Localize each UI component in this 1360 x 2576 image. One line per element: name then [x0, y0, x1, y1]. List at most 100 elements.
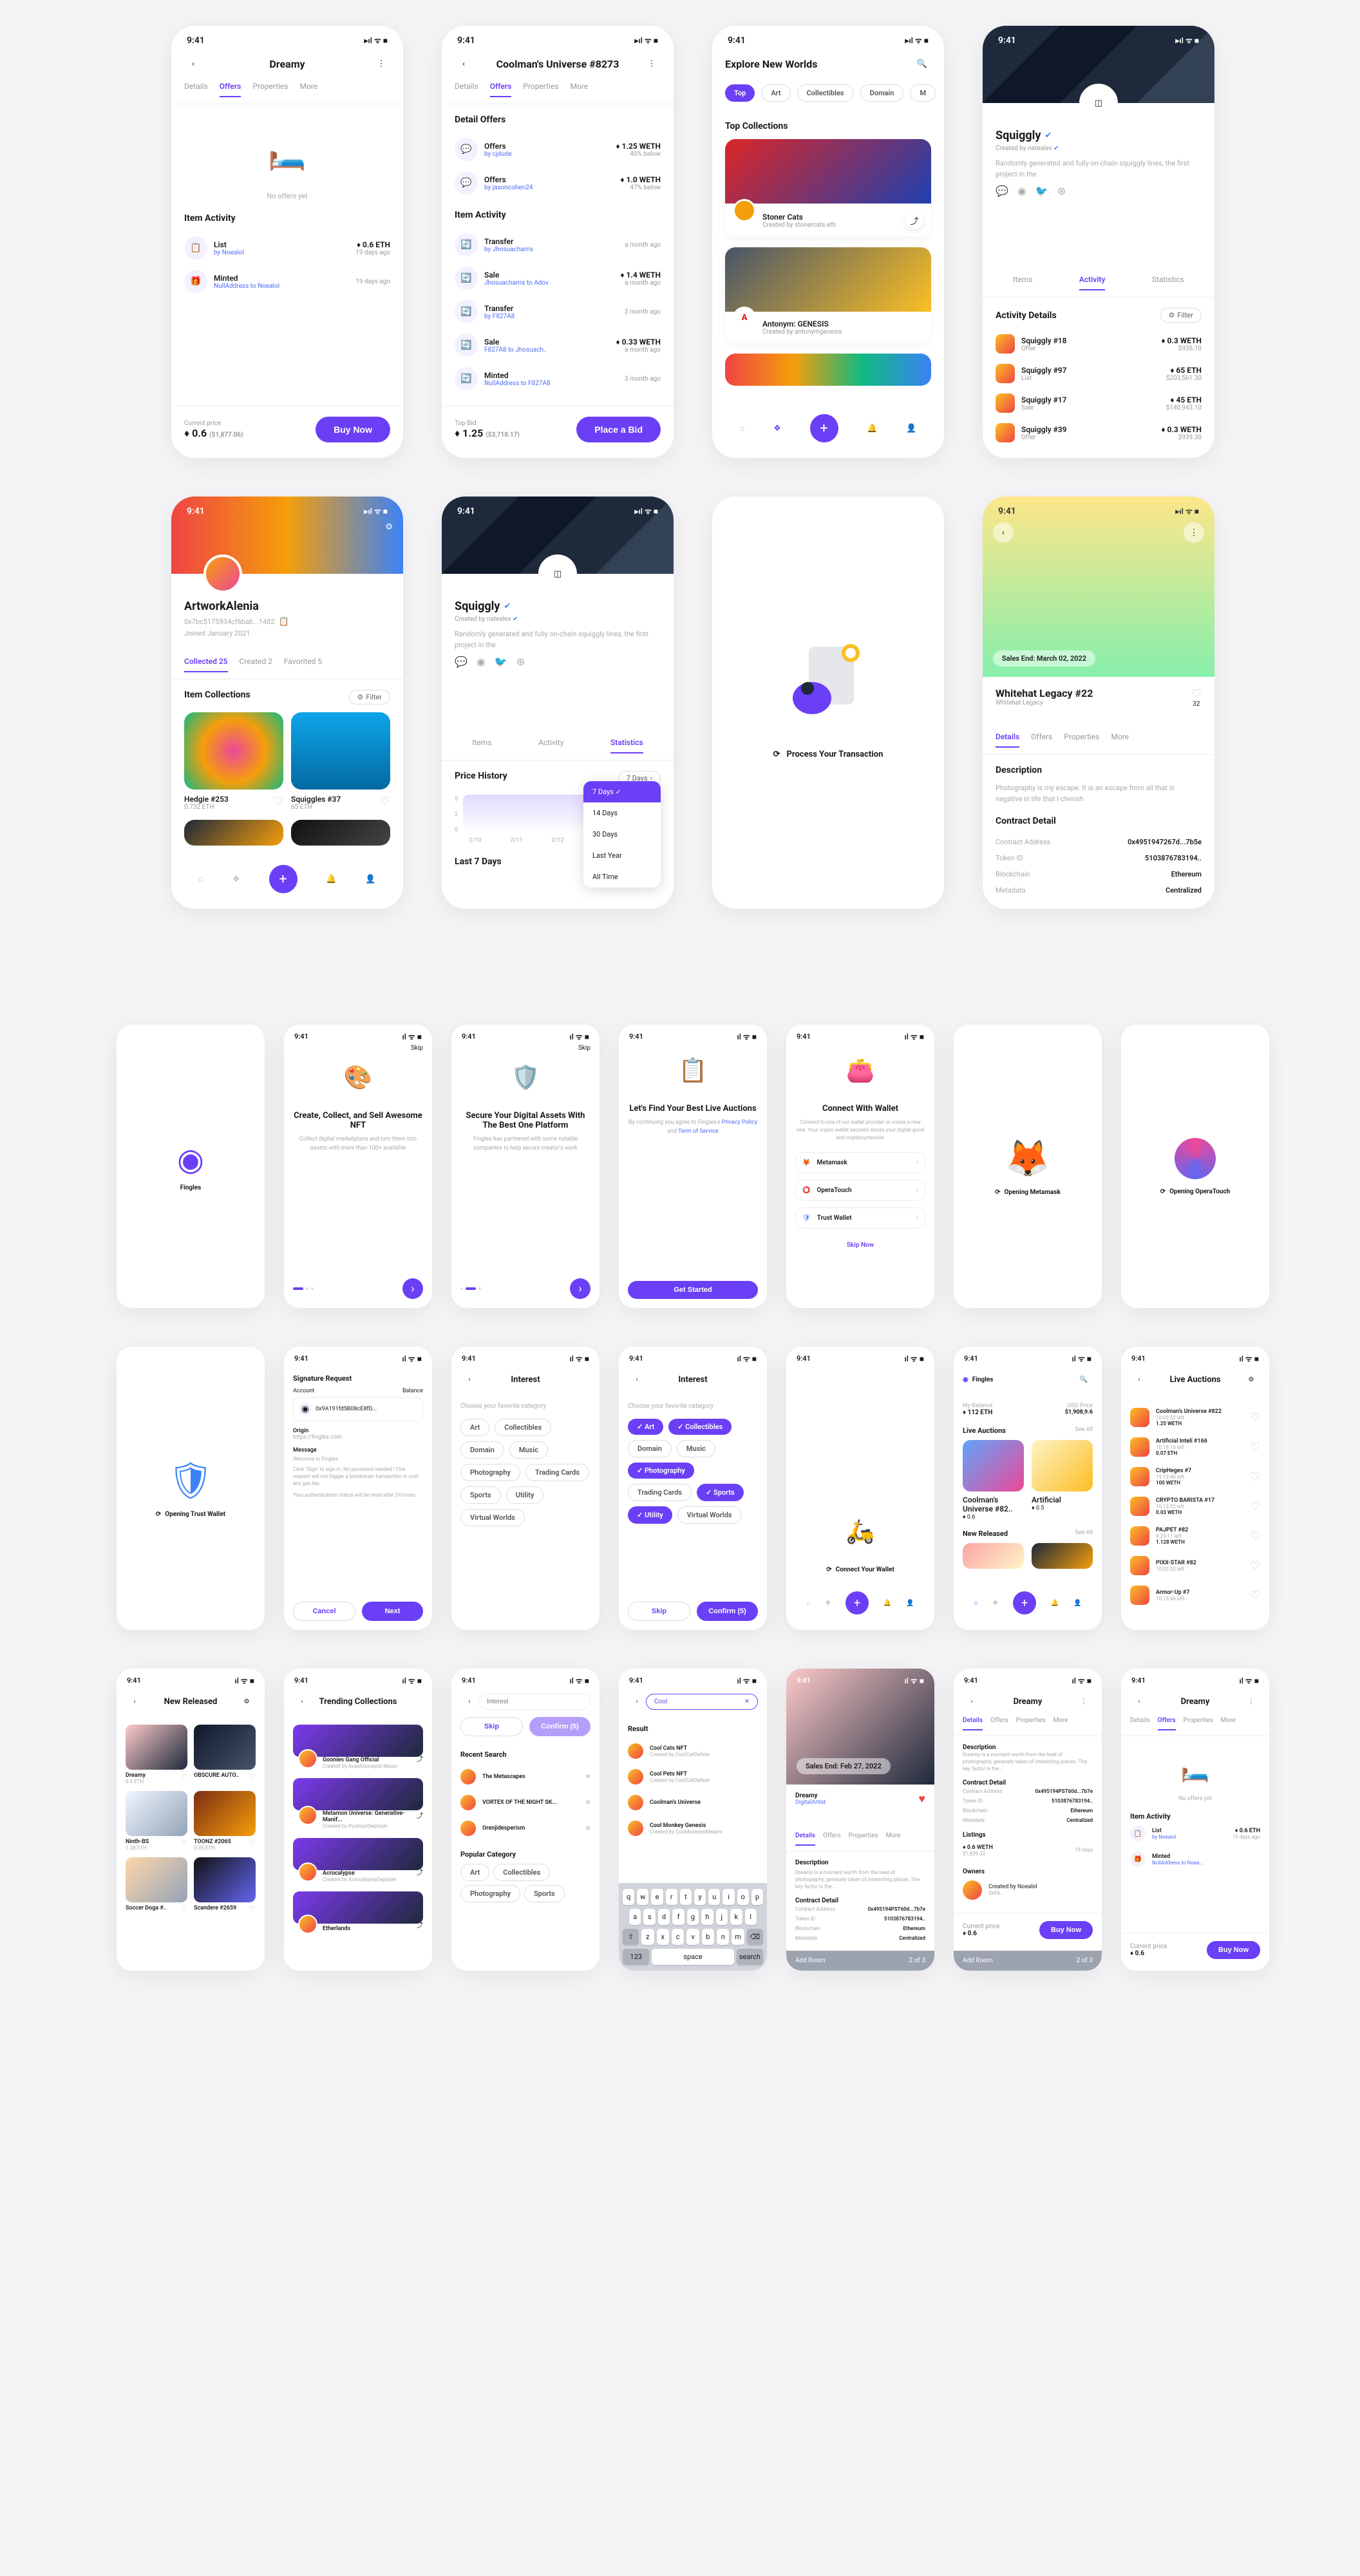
- heart-icon[interactable]: ♡: [1250, 1500, 1260, 1513]
- category-chip[interactable]: ✓ Utility: [628, 1506, 672, 1524]
- auction-row[interactable]: PAJPET #829:23:11 left1.128 WETH ♡: [1130, 1521, 1260, 1551]
- twitter-icon[interactable]: 🐦: [495, 656, 507, 668]
- category-chip[interactable]: Utility: [506, 1486, 544, 1504]
- back-icon[interactable]: ‹: [963, 1692, 981, 1710]
- search-input[interactable]: [478, 1694, 590, 1710]
- back-icon[interactable]: ‹: [126, 1692, 144, 1710]
- period-option[interactable]: 7 Days ✓: [583, 781, 661, 802]
- collection-card[interactable]: Stoner Cats Created by stonercats.eth ⤴: [725, 139, 931, 237]
- skip-button[interactable]: Skip: [628, 1602, 690, 1621]
- get-started-button[interactable]: Get Started: [628, 1281, 758, 1299]
- back-icon[interactable]: ‹: [460, 1370, 478, 1388]
- category-chip[interactable]: Art: [460, 1419, 489, 1436]
- auction-card[interactable]: Coolman's Universe #82..♦ 0.6: [963, 1440, 1024, 1520]
- skip-link[interactable]: Skip: [451, 1045, 600, 1052]
- nav-bell-icon[interactable]: 🔔: [326, 875, 336, 884]
- search-result-row[interactable]: Cool Monkey GenesisCreated by CooMonkeys…: [628, 1815, 758, 1841]
- tab-more[interactable]: More: [300, 82, 318, 97]
- gear-icon[interactable]: ⚙: [385, 522, 393, 532]
- discord-icon[interactable]: 💬: [455, 656, 468, 668]
- nft-card[interactable]: Hedgie #2530.732 ETH ♡: [184, 712, 283, 811]
- nft-card[interactable]: Scandere #2659♡: [194, 1857, 256, 1914]
- tab-details[interactable]: Details: [184, 82, 208, 97]
- website-icon[interactable]: ⊛: [1057, 185, 1066, 197]
- wallet-option[interactable]: 🛡Trust Wallet›: [795, 1208, 925, 1229]
- nav-add-button[interactable]: +: [810, 414, 838, 442]
- search-result-row[interactable]: Coolman's Universe: [628, 1790, 758, 1815]
- category-chip[interactable]: Photography: [460, 1885, 520, 1902]
- share-icon[interactable]: ⤴: [417, 1754, 423, 1763]
- category-chip[interactable]: Trading Cards: [525, 1464, 589, 1481]
- category-chip[interactable]: Sports: [460, 1486, 501, 1504]
- nft-card[interactable]: Squiggles #3765 ETH ♡: [291, 712, 390, 811]
- category-chip[interactable]: ✓ Photography: [628, 1463, 694, 1479]
- back-icon[interactable]: ‹: [293, 1692, 311, 1710]
- wallet-option[interactable]: 🦊Metamask›: [795, 1152, 925, 1173]
- search-input[interactable]: Cool✕: [646, 1694, 758, 1710]
- activity-row[interactable]: Squiggly #97List ♦ 65 ETH$203,561.30: [996, 359, 1202, 388]
- activity-row[interactable]: Squiggly #18Offer ♦ 0.3 WETH$935.10: [996, 329, 1202, 359]
- nft-card[interactable]: OBSCURE AUTO..♡: [194, 1725, 256, 1785]
- nav-explore-icon[interactable]: ❖: [232, 875, 240, 884]
- nav-bell-icon[interactable]: 🔔: [867, 424, 877, 433]
- category-chip[interactable]: Photography: [460, 1464, 520, 1481]
- nav-profile-icon[interactable]: 👤: [906, 424, 916, 433]
- trending-card[interactable]: Goonies Gang OfficialCreated by AvashGon…: [293, 1725, 423, 1769]
- copy-icon[interactable]: 📋: [279, 617, 289, 627]
- heart-icon[interactable]: ♡: [380, 795, 390, 811]
- category-chip[interactable]: Trading Cards: [628, 1484, 692, 1501]
- heart-icon[interactable]: ♥: [918, 1792, 925, 1806]
- recent-search-row[interactable]: VORTEX OF THE NIGHT SK...✕: [460, 1790, 590, 1815]
- share-icon[interactable]: ⤴: [905, 211, 923, 229]
- auction-card[interactable]: Artificial♦ 0.5: [1032, 1440, 1093, 1520]
- buy-now-button[interactable]: Buy Now: [316, 417, 390, 442]
- back-icon[interactable]: ‹: [1130, 1692, 1148, 1710]
- category-chip[interactable]: Virtual Worlds: [677, 1506, 742, 1524]
- category-chip[interactable]: Sports: [524, 1885, 565, 1902]
- nft-card[interactable]: TOONZ #20650.35 ETH♡: [194, 1791, 256, 1851]
- share-icon[interactable]: ⤴: [417, 1810, 423, 1820]
- heart-icon[interactable]: ♡: [273, 795, 283, 811]
- tab-properties[interactable]: Properties: [252, 82, 288, 97]
- back-icon[interactable]: ‹: [455, 55, 473, 73]
- heart-icon[interactable]: ♡: [1250, 1589, 1260, 1602]
- back-icon[interactable]: ‹: [1130, 1370, 1148, 1388]
- heart-icon[interactable]: ♡: [1250, 1559, 1260, 1573]
- more-icon[interactable]: ⋮: [643, 55, 661, 73]
- auction-row[interactable]: CRYPTO BARISTA #1710:13:52 left0.03 WETH…: [1130, 1492, 1260, 1521]
- nav-home-icon[interactable]: ⌂: [198, 874, 203, 884]
- trending-card[interactable]: Metamon Universe: Generative-Manif...Cre…: [293, 1778, 423, 1829]
- category-chip[interactable]: Art: [460, 1864, 489, 1881]
- heart-icon[interactable]: ♡: [1250, 1530, 1260, 1543]
- next-button[interactable]: ›: [402, 1278, 423, 1299]
- collection-card[interactable]: A Antonym: GENESIS Created by antonymgen…: [725, 247, 931, 343]
- back-icon[interactable]: ‹: [184, 55, 202, 73]
- category-chip[interactable]: ✓ Collectibles: [668, 1419, 732, 1435]
- auction-row[interactable]: CripHeges #719:13:46 left100 WETH ♡: [1130, 1462, 1260, 1492]
- activity-row[interactable]: Squiggly #17Sale ♦ 45 ETH$140,943.10: [996, 388, 1202, 418]
- search-result-row[interactable]: Cool Pets NFTCreated by CoolCatDefiner: [628, 1764, 758, 1790]
- heart-icon[interactable]: ♡: [1250, 1411, 1260, 1425]
- nav-explore-icon[interactable]: ❖: [773, 424, 781, 433]
- tab-offers[interactable]: Offers: [220, 82, 241, 97]
- activity-row[interactable]: Squiggly #39Offer ♦ 0.3 WETH$939.30: [996, 418, 1202, 448]
- chip-top[interactable]: Top: [725, 84, 755, 102]
- category-chip[interactable]: Virtual Worlds: [460, 1509, 525, 1526]
- discord-icon[interactable]: 💬: [996, 185, 1008, 197]
- back-icon[interactable]: ‹: [628, 1370, 646, 1388]
- skip-link[interactable]: Skip: [284, 1045, 432, 1052]
- search-icon[interactable]: 🔍: [1075, 1370, 1093, 1388]
- category-chip[interactable]: Music: [677, 1440, 715, 1457]
- share-icon[interactable]: ⤴: [417, 1867, 423, 1877]
- twitter-icon[interactable]: 🐦: [1035, 185, 1048, 197]
- category-chip[interactable]: ✓ Art: [628, 1419, 663, 1435]
- place-bid-button[interactable]: Place a Bid: [576, 417, 661, 442]
- nft-card[interactable]: Ninth-BS1.28 ETH♡: [126, 1791, 187, 1851]
- heart-icon[interactable]: ♡: [1250, 1470, 1260, 1484]
- heart-icon[interactable]: ♡: [1250, 1441, 1260, 1454]
- auction-row[interactable]: Armor-Up #710:13:46 left ♡: [1130, 1580, 1260, 1610]
- search-result-row[interactable]: Cool Cats NFTCreated by CoolCatDefiner: [628, 1738, 758, 1764]
- category-chip[interactable]: Domain: [628, 1440, 672, 1457]
- more-icon[interactable]: ⋮: [1184, 522, 1204, 543]
- share-icon[interactable]: ⤴: [417, 1920, 423, 1929]
